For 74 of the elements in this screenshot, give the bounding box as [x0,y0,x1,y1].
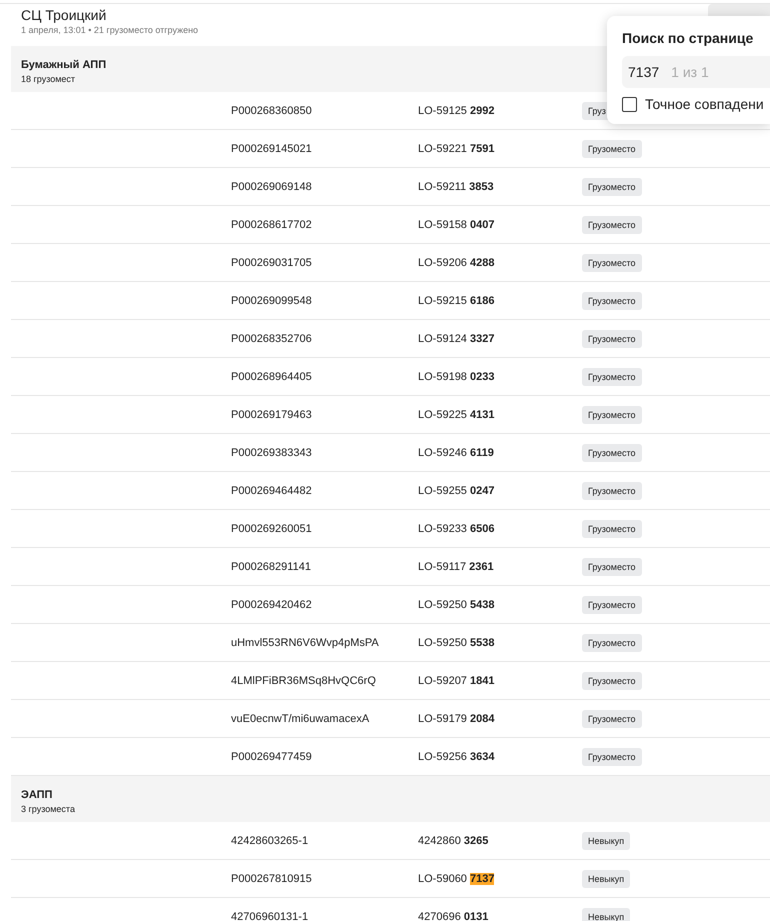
group-title: Бумажный АПП [21,59,106,71]
parcel-tag: Грузоместо [582,330,642,348]
parcel-tag: Грузоместо [582,368,642,386]
parcel-tag: Грузоместо [582,596,642,614]
order-number: LO-59060 7137 [418,872,496,884]
parcel-code: P000269477459 [231,750,313,762]
order-number: LO-59198 0233 [418,370,496,382]
parcel-tag: Грузоместо [582,748,642,766]
parcel-code: P000268291141 [231,560,312,572]
parcel-code: P000268352706 [231,332,313,344]
parcel-code: 42428603265-1 [231,834,310,846]
parcel-tag: Грузоместо [582,672,642,690]
parcel-code: P000269383343 [231,446,313,458]
parcel-tag: Грузоместо [582,520,642,538]
order-number: LO-59179 2084 [418,712,496,724]
page-title: СЦ Троицкий [21,7,106,23]
order-number: LO-59250 5538 [418,636,496,648]
parcel-tag: Невыкуп [582,870,630,888]
parcel-code: P000268964405 [231,370,313,382]
parcel-code: P000269464482 [231,484,313,496]
parcel-code: P000269420462 [231,598,313,610]
parcel-code: P000269179463 [231,408,313,420]
order-number: LO-59124 3327 [418,332,496,344]
parcel-tag: Грузоместо [582,634,642,652]
parcel-tag: Грузоместо [582,710,642,728]
order-number: LO-59207 1841 [418,674,496,686]
find-result-count: 1 из 1 [671,64,709,80]
find-title: Поиск по странице [622,30,754,46]
parcel-tag: Грузоместо [582,216,642,234]
page-subtitle: 1 апреля, 13:01 • 21 грузоместо отгружено [21,25,198,35]
group-count: 3 грузоместа [21,804,75,814]
parcel-code: P000269145021 [231,142,313,154]
find-field[interactable]: 7137 1 из 1 [622,56,770,88]
parcel-code: uHmvl553RN6V6Wvp4pMsPA [231,636,380,648]
parcel-code: 42706960131-1 [231,910,310,921]
parcel-code: P000269099548 [231,294,313,306]
order-number: LO-59215 6186 [418,294,496,306]
order-number: LO-59256 3634 [418,750,496,762]
exact-match-label: Точное совпадени [645,96,764,112]
parcel-code: P000267810915 [231,872,313,884]
parcel-tag: Грузоместо [582,558,642,576]
parcel-tag: Грузоместо [582,406,642,424]
order-number: LO-59233 6506 [418,522,496,534]
parcel-tag: Невыкуп [582,908,630,921]
order-number: LO-59206 4288 [418,256,496,268]
order-number: LO-59250 5438 [418,598,496,610]
order-number: LO-59221 7591 [418,142,496,154]
parcel-code: P000269031705 [231,256,313,268]
find-value: 7137 [628,64,660,80]
parcel-code: P000268360850 [231,104,313,116]
parcel-code: 4LMlPFiBR36MSq8HvQC6rQ [231,674,377,686]
order-number: LO-59225 4131 [418,408,496,420]
order-number: LO-59158 0407 [418,218,496,230]
parcel-tag: Невыкуп [582,832,630,850]
parcel-tag: Грузоместо [582,444,642,462]
order-number: 4242860 3265 [418,834,490,846]
parcel-tag: Грузоместо [582,178,642,196]
parcel-code: vuE0ecnwT/mi6uwamacexA [231,712,370,724]
order-number: LO-59211 3853 [418,180,495,192]
order-number: LO-59246 6119 [418,446,495,458]
order-number: LO-59117 2361 [418,560,495,572]
group-count: 18 грузомест [21,74,76,84]
parcel-tag: Грузоместо [582,140,642,158]
parcel-code: P000268617702 [231,218,313,230]
parcel-code: P000269069148 [231,180,313,192]
order-number: 4270696 0131 [418,910,490,921]
parcel-tag: Грузоместо [582,292,642,310]
parcel-tag: Грузоместо [582,482,642,500]
order-number: LO-59125 2992 [418,104,496,116]
group-title: ЭАПП [21,789,52,801]
parcel-tag: Грузоместо [582,254,642,272]
exact-match-checkbox[interactable] [622,96,637,112]
order-number: LO-59255 0247 [418,484,496,496]
parcel-code: P000269260051 [231,522,313,534]
